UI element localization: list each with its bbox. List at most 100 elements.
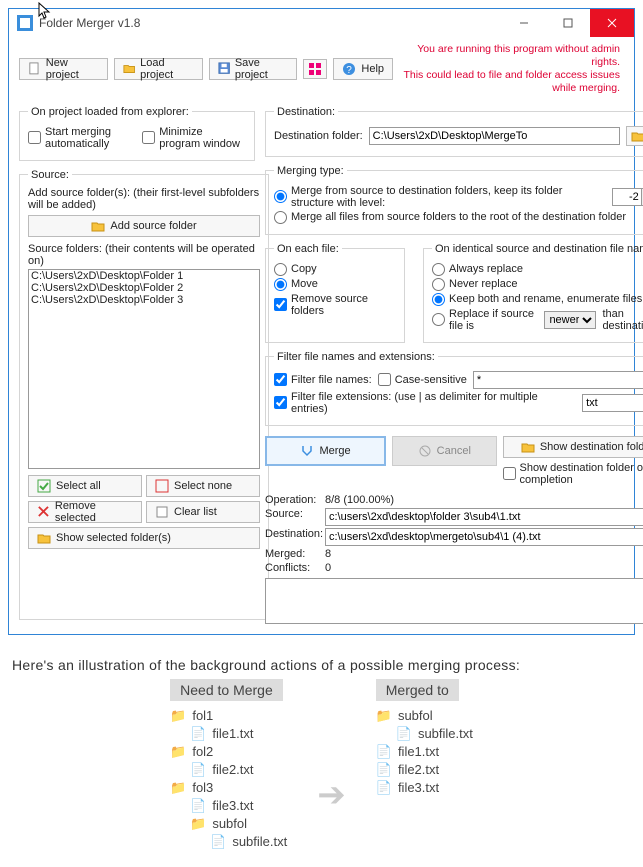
merge-icon xyxy=(300,444,314,458)
tree-label: subfol xyxy=(212,816,247,831)
show-on-complete-checkbox[interactable]: Show destination folder on completion xyxy=(503,462,643,486)
list-item[interactable]: C:\Users\2xD\Desktop\Folder 2 xyxy=(29,282,259,294)
illustration: Need to Merge 📁fol1 📄file1.txt 📁fol2 📄fi… xyxy=(0,679,643,867)
illustration-caption: Here's an illustration of the background… xyxy=(0,643,643,679)
destination-folder-input[interactable] xyxy=(369,127,620,145)
list-item[interactable]: C:\Users\2xD\Desktop\Folder 1 xyxy=(29,270,259,282)
folder-add-icon xyxy=(91,219,105,233)
folder-icon: 📁 xyxy=(170,744,186,760)
filter-names-checkbox[interactable]: Filter file names: xyxy=(274,373,372,386)
filter-ext-input[interactable] xyxy=(582,394,643,412)
folder-icon: 📁 xyxy=(376,708,392,724)
add-source-folder-label: Add source folder xyxy=(110,220,196,232)
destination-folder-label: Destination folder: xyxy=(274,130,363,142)
source-list-label: Source folders: (their contents will be … xyxy=(28,243,260,267)
help-button[interactable]: ? Help xyxy=(333,58,393,80)
source-folders-listbox[interactable]: C:\Users\2xD\Desktop\Folder 1 C:\Users\2… xyxy=(28,269,260,469)
select-all-label: Select all xyxy=(56,480,101,492)
structure-level-spinner[interactable]: ▲▼ xyxy=(612,188,643,206)
maximize-window-button[interactable] xyxy=(546,9,590,37)
cancel-icon xyxy=(418,444,432,458)
merged-value: 8 xyxy=(325,548,643,560)
destination-group: Destination: Destination folder: xyxy=(265,106,643,157)
conflicts-label: Conflicts: xyxy=(265,562,325,574)
merge-button[interactable]: Merge xyxy=(265,436,386,466)
save-project-button[interactable]: Save project xyxy=(209,58,298,80)
select-all-button[interactable]: Select all xyxy=(28,475,142,497)
file-icon: 📄 xyxy=(190,726,206,742)
select-none-button[interactable]: Select none xyxy=(146,475,260,497)
folder-icon: 📁 xyxy=(170,780,186,796)
load-project-label: Load project xyxy=(140,57,193,81)
identical-legend: On identical source and destination file… xyxy=(432,243,643,255)
minimize-window-button[interactable] xyxy=(502,9,546,37)
clear-list-button[interactable]: Clear list xyxy=(146,501,260,523)
select-none-icon xyxy=(155,479,169,493)
structure-level-input[interactable] xyxy=(613,189,641,205)
cancel-button[interactable]: Cancel xyxy=(392,436,496,466)
browse-destination-button[interactable] xyxy=(626,126,643,146)
filter-names-input[interactable] xyxy=(473,371,643,389)
always-replace-radio[interactable]: Always replace xyxy=(432,263,523,276)
show-selected-folders-button[interactable]: Show selected folder(s) xyxy=(28,527,260,549)
add-source-hint: Add source folder(s): (their first-level… xyxy=(28,187,260,211)
app-icon xyxy=(17,15,33,31)
save-icon xyxy=(218,62,230,76)
tree-label: fol1 xyxy=(192,708,213,723)
status-source-label: Source: xyxy=(265,508,325,526)
show-destination-button[interactable]: Show destination folder xyxy=(503,436,643,458)
merge-flat-radio[interactable]: Merge all files from source folders to t… xyxy=(274,211,626,224)
remove-source-checkbox[interactable]: Remove source folders xyxy=(274,293,396,317)
close-window-button[interactable] xyxy=(590,9,634,37)
remove-selected-button[interactable]: Remove selected xyxy=(28,501,142,523)
conflicts-value: 0 xyxy=(325,562,643,574)
folder-open-icon xyxy=(37,531,51,545)
never-replace-radio[interactable]: Never replace xyxy=(432,278,517,291)
tree-label: file1.txt xyxy=(398,744,439,759)
keep-rename-radio[interactable]: Keep both and rename, enumerate files xyxy=(432,293,642,306)
remove-icon xyxy=(37,505,50,519)
toolbar: New project Load project Save project ? … xyxy=(9,37,634,98)
replace-if-radio[interactable]: Replace if source file is xyxy=(432,308,538,332)
copy-radio[interactable]: Copy xyxy=(274,263,317,276)
merge-flat-label: Merge all files from source folders to t… xyxy=(291,211,626,223)
list-item[interactable]: C:\Users\2xD\Desktop\Folder 3 xyxy=(29,294,259,306)
tree-label: fol2 xyxy=(192,744,213,759)
file-icon: 📄 xyxy=(210,834,226,850)
operation-label: Operation: xyxy=(265,494,325,506)
on-project-loaded-group: On project loaded from explorer: Start m… xyxy=(19,106,255,161)
merged-to-head: Merged to xyxy=(376,679,459,701)
move-radio[interactable]: Move xyxy=(274,278,318,291)
filter-ext-checkbox[interactable]: Filter file extensions: (use | as delimi… xyxy=(274,391,576,415)
file-icon: 📄 xyxy=(190,762,206,778)
each-file-group: On each file: Copy Move Remove source fo… xyxy=(265,243,405,343)
start-auto-checkbox[interactable]: Start merging automatically xyxy=(28,126,136,150)
grid-button[interactable] xyxy=(303,59,327,79)
tree-label: file3.txt xyxy=(212,798,253,813)
add-source-folder-button[interactable]: Add source folder xyxy=(28,215,260,237)
case-sensitive-checkbox[interactable]: Case-sensitive xyxy=(378,373,467,386)
save-project-label: Save project xyxy=(235,57,289,81)
tree-label: subfol xyxy=(398,708,433,723)
svg-text:?: ? xyxy=(347,65,353,76)
filter-ext-label: Filter file extensions: (use | as delimi… xyxy=(291,391,576,415)
copy-label: Copy xyxy=(291,263,317,275)
admin-warning-line1: You are running this program without adm… xyxy=(399,43,620,69)
new-project-label: New project xyxy=(46,57,99,81)
clear-list-label: Clear list xyxy=(174,506,217,518)
status-destination-value xyxy=(325,528,643,546)
log-textarea[interactable] xyxy=(265,578,643,624)
new-project-button[interactable]: New project xyxy=(19,58,108,80)
tree-label: file2.txt xyxy=(212,762,253,777)
newer-older-select[interactable]: newer xyxy=(544,311,596,329)
remove-selected-label: Remove selected xyxy=(55,500,133,524)
on-project-loaded-legend: On project loaded from explorer: xyxy=(28,106,192,118)
file-icon: 📄 xyxy=(376,780,392,796)
filter-names-label: Filter file names: xyxy=(291,374,372,386)
filter-group: Filter file names and extensions: Filter… xyxy=(265,351,643,426)
operation-value: 8/8 (100.00%) xyxy=(325,494,643,506)
load-project-button[interactable]: Load project xyxy=(114,58,203,80)
new-file-icon xyxy=(28,62,41,76)
minimize-checkbox[interactable]: Minimize program window xyxy=(142,126,246,150)
merge-keep-structure-radio[interactable]: Merge from source to destination folders… xyxy=(274,185,606,209)
